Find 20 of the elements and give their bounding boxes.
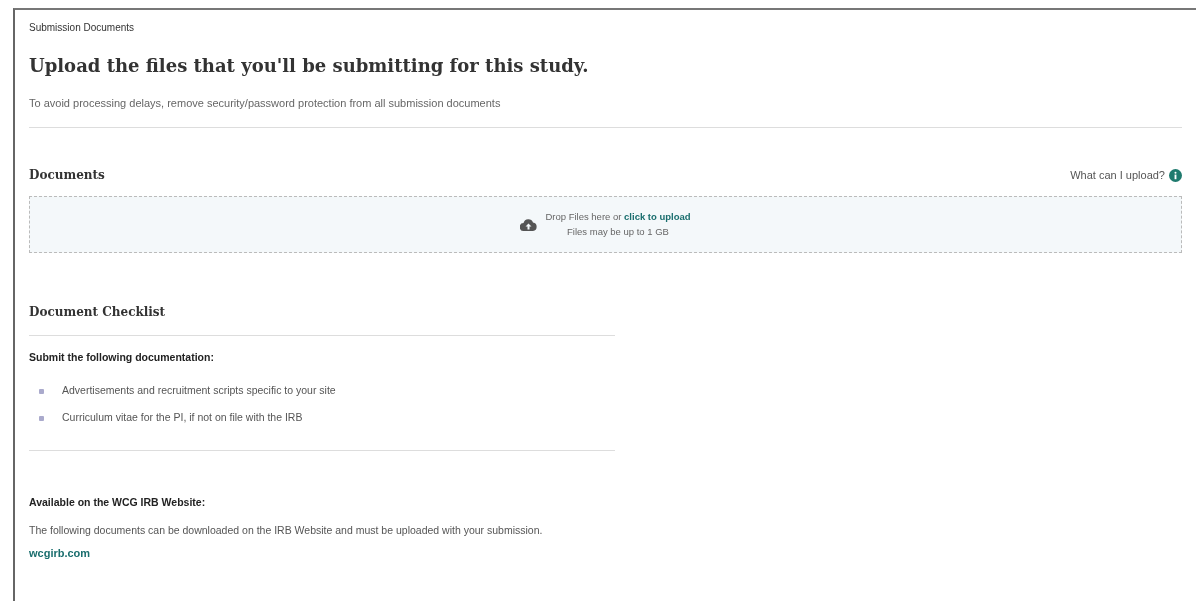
bullet-icon [39,388,44,394]
description-text: The following documents can be downloaded on the IRB Website and must be uploaded with your submission. [29,522,544,538]
list-heading: Available on the WCG IRB Website: [29,494,207,510]
upload-dropzone[interactable]: Drop Files here or click to upload Files may be up to 1 GB [29,196,1182,254]
bullet-icon [39,415,44,421]
website-link[interactable]: wcgirb.com [29,544,615,562]
page-heading: Upload the files that you'll be submitting for this study. [29,55,590,77]
section-title: Documents [29,167,105,185]
notice-text: To avoid processing delays, remove security/password protection from all submission documents [29,95,502,111]
breadcrumb: Submission Documents [29,21,136,35]
upload-link[interactable]: click to upload [624,211,691,223]
help-link[interactable]: What can I upload? [1070,166,1165,184]
cloud-upload-icon [520,218,538,231]
drop-instructions: Drop Files here or click to upload [545,210,691,225]
info-icon[interactable] [1169,168,1182,182]
checklist-item: Curriculum vitae for the PI, if not on file with the IRB [62,410,303,426]
list-heading: Submit the following documentation: [29,350,215,366]
section-title: Document Checklist [29,304,167,322]
checklist-item: Advertisements and recruitment scripts specific to your site [62,383,336,399]
size-limit-text: Files may be up to 1 GB [566,224,670,239]
